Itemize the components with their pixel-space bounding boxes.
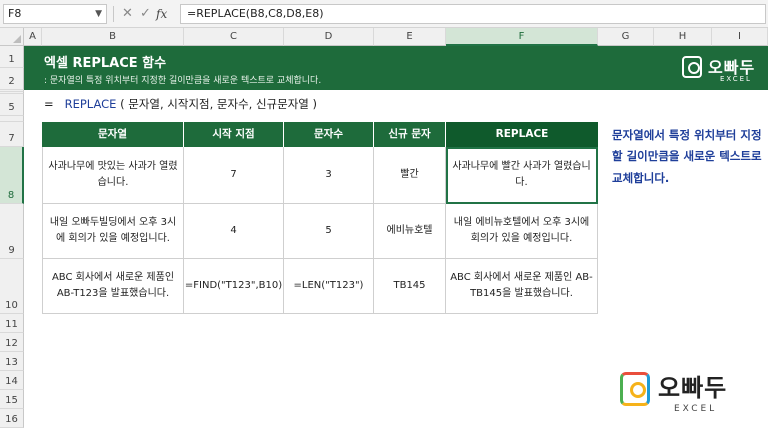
table-cell[interactable]: 4 (184, 204, 284, 259)
row-number: 16 (5, 414, 18, 425)
page-title: 엑셀 REPLACE 함수 (44, 56, 167, 71)
row-number: 9 (8, 245, 15, 256)
row-header-5[interactable]: 5 (0, 94, 24, 116)
row-header-16[interactable]: 16 (0, 409, 24, 428)
row-header-15[interactable]: 15 (0, 390, 24, 409)
row-header-2[interactable]: 2 (0, 68, 24, 90)
divider (113, 6, 114, 22)
selected-cell[interactable]: 사과나무에 빨간 사과가 열렸습니다. (446, 147, 598, 204)
formula-input[interactable]: =REPLACE(B8,C8,D8,E8) (180, 4, 766, 24)
row-number: 12 (5, 338, 18, 349)
table-cell[interactable]: 빨간 (374, 147, 446, 204)
brand-logo: 오빠두 EXCEL (618, 368, 748, 418)
table-cell[interactable]: 에비뉴호텔 (374, 204, 446, 259)
column-header-f[interactable]: F (446, 28, 598, 46)
formula-text: =REPLACE(B8,C8,D8,E8) (187, 7, 324, 20)
table-cell[interactable]: 내일 오빠두빌딩에서 오후 3시에 회의가 있을 예정입니다. (42, 204, 184, 259)
header-replace[interactable]: REPLACE (446, 122, 598, 147)
table-cell[interactable]: 내일 에비뉴호텔에서 오후 3시에 회의가 있을 예정입니다. (446, 204, 598, 259)
row-header-13[interactable]: 13 (0, 352, 24, 371)
explanation-note: 문자열에서 특정 위치부터 지정할 길이만큼을 새로운 텍스트로 교체합니다. (612, 128, 762, 185)
name-box-value: F8 (8, 7, 22, 20)
row-header-10[interactable]: 10 (0, 259, 24, 314)
table-cell[interactable]: 사과나무에 맛있는 사과가 열렸습니다. (42, 147, 184, 204)
title-banner: 엑셀 REPLACE 함수 : 문자열의 특정 위치부터 지정한 길이만큼을 새… (24, 46, 598, 90)
header-start[interactable]: 시작 지점 (184, 122, 284, 147)
banner-logo: 오빠두 EXCEL (678, 53, 760, 85)
table-cell[interactable]: =FIND("T123",B10) (184, 259, 284, 314)
header-count[interactable]: 문자수 (284, 122, 374, 147)
chevron-down-icon[interactable]: ▼ (95, 5, 102, 23)
row-header-7[interactable]: 7 (0, 122, 24, 147)
syntax-function-name: REPLACE (64, 97, 117, 111)
row-number: 5 (8, 102, 15, 113)
row-header-9[interactable]: 9 (0, 204, 24, 259)
header-new-text[interactable]: 신규 문자 (374, 122, 446, 147)
column-header-g[interactable]: G (598, 28, 654, 46)
row-header-12[interactable]: 12 (0, 333, 24, 352)
table-cell[interactable]: TB145 (374, 259, 446, 314)
logo-text: 오빠두 (658, 374, 728, 402)
row-header-1[interactable]: 1 (0, 46, 24, 68)
function-syntax: = REPLACE ( 문자열, 시작지점, 문자수, 신규문자열 ) (44, 96, 317, 112)
logo-sub: EXCEL (674, 404, 718, 414)
column-header-h[interactable]: H (654, 28, 712, 46)
header-string[interactable]: 문자열 (42, 122, 184, 147)
logo-icon (682, 56, 702, 78)
cancel-icon[interactable]: ✕ (122, 4, 133, 24)
row-header-8[interactable]: 8 (0, 147, 24, 204)
syntax-eq: = (44, 97, 54, 111)
select-all-corner[interactable] (0, 28, 24, 46)
column-header-i[interactable]: I (712, 28, 768, 46)
row-number: 8 (7, 190, 15, 201)
banner-logo-area: 오빠두 EXCEL (598, 46, 768, 90)
row-number: 13 (5, 357, 18, 368)
row-header-14[interactable]: 14 (0, 371, 24, 390)
row-number: 11 (5, 319, 18, 330)
column-header-c[interactable]: C (184, 28, 284, 46)
enter-icon[interactable]: ✓ (140, 4, 151, 24)
row-number: 15 (5, 395, 18, 406)
row-number: 7 (8, 133, 15, 144)
row-number: 2 (8, 76, 15, 87)
banner-logo-sub: EXCEL (720, 75, 752, 83)
name-box[interactable]: F8 ▼ (3, 4, 107, 24)
table-cell[interactable]: ABC 회사에서 새로운 제품인 AB-T123을 발표했습니다. (42, 259, 184, 314)
page-subtitle: : 문자열의 특정 위치부터 지정한 길이만큼을 새로운 텍스트로 교체합니다. (44, 76, 322, 86)
column-header-e[interactable]: E (374, 28, 446, 46)
table-cell[interactable]: =LEN("T123") (284, 259, 374, 314)
column-header-d[interactable]: D (284, 28, 374, 46)
row-number: 14 (5, 376, 18, 387)
excel-window: F8 ▼ ✕ ✓ fx =REPLACE(B8,C8,D8,E8) ABCDEF… (0, 0, 768, 432)
row-number: 10 (5, 300, 18, 311)
row-number: 1 (8, 54, 15, 65)
table-cell[interactable]: ABC 회사에서 새로운 제품인 AB-TB145을 발표했습니다. (446, 259, 598, 314)
row-header-11[interactable]: 11 (0, 314, 24, 333)
formula-bar: F8 ▼ ✕ ✓ fx =REPLACE(B8,C8,D8,E8) (0, 0, 768, 28)
table-cell[interactable]: 7 (184, 147, 284, 204)
table-cell[interactable]: 5 (284, 204, 374, 259)
column-header-a[interactable]: A (24, 28, 42, 46)
column-header-b[interactable]: B (42, 28, 184, 46)
table-cell[interactable]: 3 (284, 147, 374, 204)
insert-function-icon[interactable]: fx (156, 4, 167, 24)
logo-icon (620, 372, 650, 406)
syntax-args: ( 문자열, 시작지점, 문자수, 신규문자열 ) (120, 97, 318, 111)
